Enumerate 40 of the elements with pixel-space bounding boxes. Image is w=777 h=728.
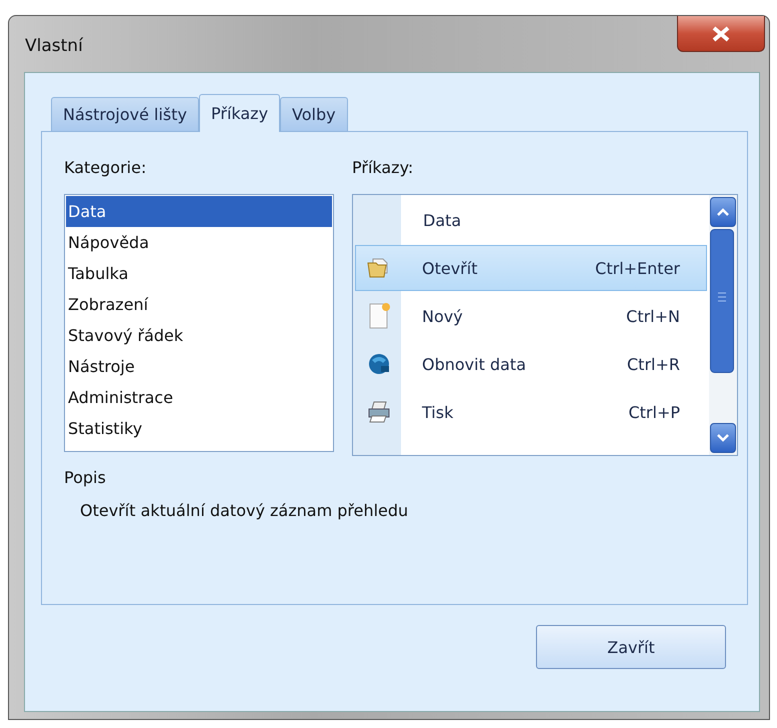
category-item[interactable]: Nástroje [66,351,332,382]
category-item[interactable]: Zobrazení [66,289,332,320]
categories-label: Kategorie: [64,158,148,179]
close-icon [711,26,731,42]
command-name: Otevřít [421,258,478,278]
category-item[interactable]: Nápověda [66,227,332,258]
window-title: Vlastní [25,36,83,56]
close-button[interactable] [677,16,765,52]
chevron-down-icon [717,434,729,442]
shortcut-text: Ctrl+N [625,306,680,326]
description-text: Otevřít aktuální datový záznam přehledu [80,501,410,520]
tab[interactable]: Nástrojové lišty [51,97,199,131]
command-name: Nový [421,306,464,326]
globe-icon [367,352,391,376]
commands-label: Příkazy: [352,158,414,179]
command-name: Obnovit data [421,354,527,374]
tab[interactable]: Příkazy [199,94,280,132]
category-item[interactable]: Stavový řádek [66,320,332,351]
scroll-up-button[interactable] [710,197,736,227]
scrollbar-thumb[interactable] [710,229,734,373]
category-item[interactable]: Tabulka [66,258,332,289]
description-label: Popis [64,468,107,487]
close-dialog-button[interactable]: Zavřít [536,625,726,669]
shortcut-text: Ctrl+P [627,402,680,422]
document-icon [368,302,390,330]
category-item[interactable]: Statistiky [66,413,332,444]
command-item[interactable]: Otevřít Ctrl+Enter [355,245,707,291]
shortcut-text: Ctrl+R [626,354,680,374]
category-item[interactable]: Administrace [66,382,332,413]
scroll-down-button[interactable] [710,423,736,453]
command-name: Tisk [421,402,454,422]
category-item[interactable]: Data [66,196,332,227]
printer-icon [366,400,392,424]
command-item[interactable]: Obnovit data Ctrl+R [355,341,707,387]
tab[interactable]: Volby [280,97,348,131]
chevron-up-icon [717,208,729,216]
group-header: Data [422,210,462,232]
command-item[interactable]: Tisk Ctrl+P [355,389,707,435]
shortcut-text: Ctrl+Enter [594,258,680,278]
command-item[interactable]: Nový Ctrl+N [355,293,707,339]
